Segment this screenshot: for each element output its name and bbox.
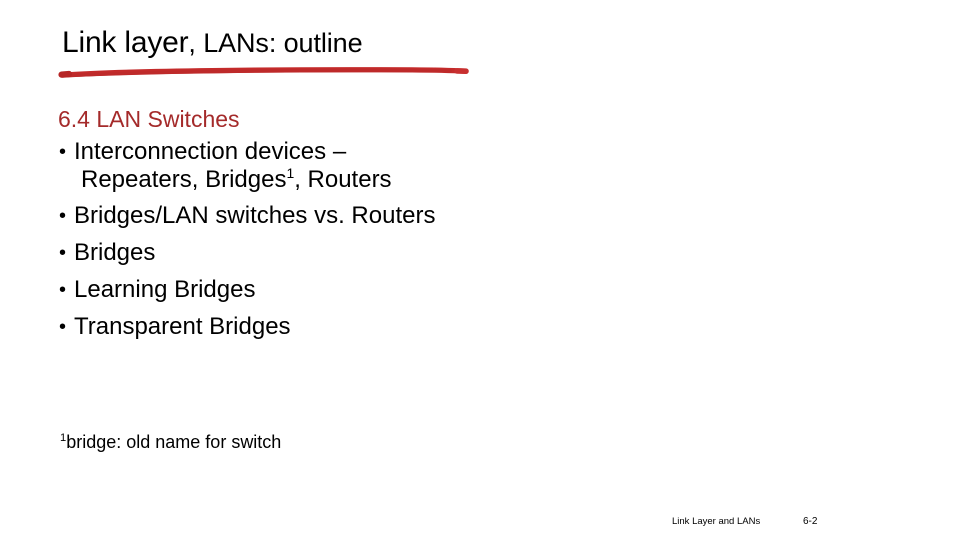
bullet-marker: • (59, 242, 67, 264)
page-title-rest: , LANs: outline (188, 28, 363, 58)
footnote: 1bridge: old name for switch (60, 430, 281, 454)
list-item: • Interconnection devices – Repeaters, Br… (58, 138, 698, 194)
footer-page-number: 6-2 (803, 516, 818, 527)
list-item-text: Interconnection devices – (74, 138, 347, 165)
list-item-text: Bridges/LAN switches vs. Routers (74, 202, 436, 229)
footnote-text: bridge: old name for switch (66, 432, 282, 452)
list-item-text: Learning Bridges (74, 276, 256, 303)
list-item-text-line2-prefix: Repeaters, Bridges (81, 166, 287, 193)
list-item-text-line2: Repeaters, Bridges1, Routers (74, 166, 698, 194)
footer-label: Link Layer and LANs (672, 516, 761, 527)
bullet-marker: • (59, 205, 67, 227)
list-item: • Transparent Bridges (58, 313, 698, 341)
page-title-main: Link layer (62, 26, 189, 59)
title-underline-icon (58, 67, 469, 78)
list-item-text: Bridges (74, 239, 156, 266)
list-item: • Bridges/LAN switches vs. Routers (58, 202, 698, 230)
list-item-text-line2-suffix: , Routers (294, 166, 392, 193)
list-item: • Learning Bridges (58, 276, 698, 304)
list-item: • Bridges (58, 239, 698, 267)
slide-body: 6.4 LAN Switches • Interconnection device… (58, 104, 698, 350)
bullet-marker: • (59, 141, 67, 163)
list-item-text: Transparent Bridges (74, 313, 291, 340)
bullet-marker: • (59, 316, 67, 338)
section-heading: 6.4 LAN Switches (58, 106, 240, 132)
bullet-marker: • (59, 279, 67, 301)
slide-footer: Link Layer and LANs 6-2 (672, 515, 892, 535)
outline-bullet-list: • Interconnection devices – Repeaters, Br… (58, 138, 698, 341)
page-title: Link layer, LANs: outline (62, 26, 363, 60)
slide: Link layer, LANs: outline 6.4 LAN Switch… (0, 0, 960, 540)
